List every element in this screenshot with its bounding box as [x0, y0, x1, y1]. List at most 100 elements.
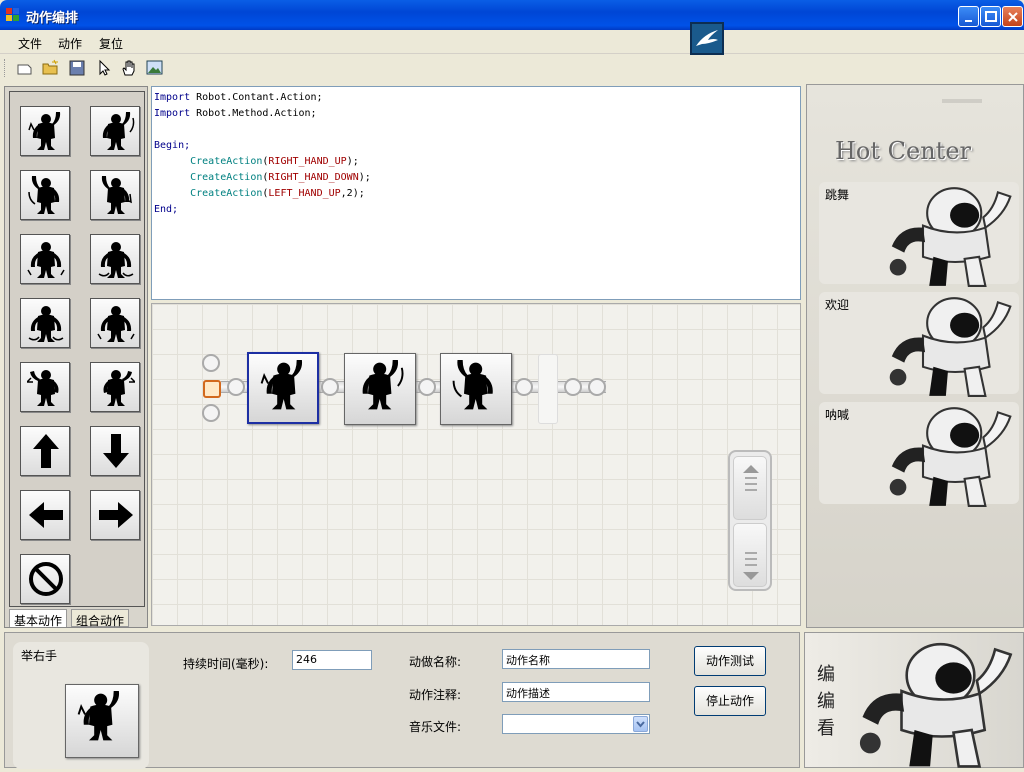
connector-node — [564, 378, 582, 396]
selected-action-name: 举右手 — [21, 649, 58, 663]
robot-image — [879, 404, 1019, 511]
arrow-left-icon[interactable] — [20, 490, 70, 540]
action-name-input[interactable]: 动作名称 — [502, 649, 650, 669]
arrow-right-icon[interactable] — [90, 490, 140, 540]
code-text: ,2 — [340, 188, 353, 199]
robot-image — [845, 639, 1023, 772]
connector-node — [418, 378, 436, 396]
empty-slot[interactable] — [538, 354, 558, 424]
hot-item-label: 欢迎 — [825, 298, 850, 312]
code-constant: RIGHT_HAND_DOWN — [268, 172, 359, 183]
action-sequence-canvas[interactable] — [151, 303, 801, 626]
action-properties-panel: 举右手 持续时间(毫秒): 246 动做名称: 动作名称 动作注释: 动作描述 … — [4, 632, 800, 769]
hand-icon[interactable] — [120, 59, 138, 77]
code-constant: LEFT_HAND_UP — [268, 188, 341, 199]
promo-banner: 编编看 — [804, 632, 1024, 768]
right-hand-down-icon[interactable] — [90, 106, 140, 156]
scroll-up-icon — [743, 465, 759, 491]
test-action-button[interactable]: 动作测试 — [694, 646, 766, 676]
scroll-pad — [728, 450, 772, 591]
chevron-down-icon[interactable] — [633, 716, 648, 732]
right-hand-up-icon[interactable] — [20, 106, 70, 156]
code-begin: Begin; — [154, 140, 191, 151]
right-hand-up-icon — [65, 684, 139, 758]
scroll-down-icon — [743, 552, 759, 580]
code-function: CreateAction — [190, 188, 263, 199]
tab-basic-actions[interactable]: 基本动作 — [9, 609, 68, 628]
hot-item-dance[interactable]: 跳舞 — [819, 182, 1019, 287]
left-hand-down-icon[interactable] — [90, 170, 140, 220]
hot-item-welcome[interactable]: 欢迎 — [819, 292, 1019, 397]
code-keyword: Import — [154, 92, 191, 103]
scroll-up-button[interactable] — [733, 456, 767, 520]
hot-item-label: 呐喊 — [825, 408, 850, 422]
connector-node — [321, 378, 339, 396]
connector-node — [227, 378, 245, 396]
code-function: CreateAction — [190, 156, 263, 167]
pointer-icon[interactable] — [95, 59, 113, 77]
action-name-label: 动做名称: — [409, 655, 462, 669]
code-editor[interactable]: Import Robot.Contant.Action; Import Robo… — [151, 86, 801, 300]
stop-icon[interactable] — [20, 554, 70, 604]
hot-item-shout[interactable]: 呐喊 — [819, 402, 1019, 507]
bird-logo-icon — [690, 22, 724, 55]
action-note-label: 动作注释: — [409, 688, 462, 702]
arrow-up-icon[interactable] — [20, 426, 70, 476]
hot-item-label: 跳舞 — [825, 188, 850, 202]
new-file-icon[interactable] — [16, 59, 34, 77]
maximize-button[interactable] — [980, 6, 1001, 27]
sequence-cell-left-hand-up[interactable] — [440, 353, 512, 425]
code-function: CreateAction — [190, 172, 263, 183]
duration-label: 持续时间(毫秒): — [183, 657, 269, 671]
arms-out-icon[interactable] — [90, 234, 140, 284]
hot-center-title: Hot Center — [835, 137, 971, 165]
connector-node — [515, 378, 533, 396]
connector-node — [202, 354, 220, 372]
code-end: End; — [154, 204, 179, 215]
hot-center-panel: Hot Center 跳舞 欢迎 呐喊 — [806, 84, 1024, 628]
code-text: Robot.Contant.Action; — [190, 92, 323, 103]
panel-divider — [942, 99, 982, 103]
menu-bar: 文件 动作 复位 — [0, 30, 1024, 54]
arms-swing-out-icon[interactable] — [90, 298, 140, 348]
code-keyword: Import — [154, 108, 191, 119]
arms-swing-in-icon[interactable] — [20, 298, 70, 348]
save-icon[interactable] — [68, 59, 86, 77]
menu-action[interactable]: 动作 — [58, 35, 82, 52]
tab-combo-actions[interactable]: 组合动作 — [71, 609, 130, 628]
action-note-input[interactable]: 动作描述 — [502, 682, 650, 702]
left-hand-up-icon[interactable] — [20, 170, 70, 220]
robot-image — [879, 184, 1019, 291]
image-icon[interactable] — [146, 59, 164, 77]
close-icon — [1008, 12, 1018, 22]
robot-image — [879, 294, 1019, 401]
music-file-select[interactable] — [502, 714, 650, 734]
app-icon — [6, 8, 20, 22]
minimize-button[interactable] — [958, 6, 979, 27]
title-bar: 动作编排 — [0, 0, 1024, 30]
duration-input[interactable]: 246 — [292, 650, 372, 670]
code-text: Robot.Method.Action; — [190, 108, 317, 119]
arms-down-icon[interactable] — [20, 234, 70, 284]
arrow-down-icon[interactable] — [90, 426, 140, 476]
toolbar — [0, 55, 1024, 81]
stop-action-button[interactable]: 停止动作 — [694, 686, 766, 716]
start-node[interactable] — [203, 380, 221, 398]
minimize-icon — [965, 20, 972, 22]
music-file-label: 音乐文件: — [409, 720, 462, 734]
open-folder-icon[interactable] — [42, 59, 60, 77]
window-title: 动作编排 — [26, 11, 79, 26]
menu-file[interactable]: 文件 — [18, 35, 42, 52]
connector-node — [588, 378, 606, 396]
menu-reset[interactable]: 复位 — [99, 35, 123, 52]
maximize-icon — [985, 11, 997, 22]
sequence-cell-right-hand-up[interactable] — [247, 352, 319, 424]
promo-text: 编编看 — [817, 664, 835, 739]
connector-node — [202, 404, 220, 422]
scroll-down-button[interactable] — [733, 523, 767, 587]
sequence-cell-right-hand-down[interactable] — [344, 353, 416, 425]
turn-right-icon[interactable] — [90, 362, 140, 412]
turn-left-icon[interactable] — [20, 362, 70, 412]
toolbar-grip — [4, 59, 7, 77]
close-button[interactable] — [1002, 6, 1023, 27]
